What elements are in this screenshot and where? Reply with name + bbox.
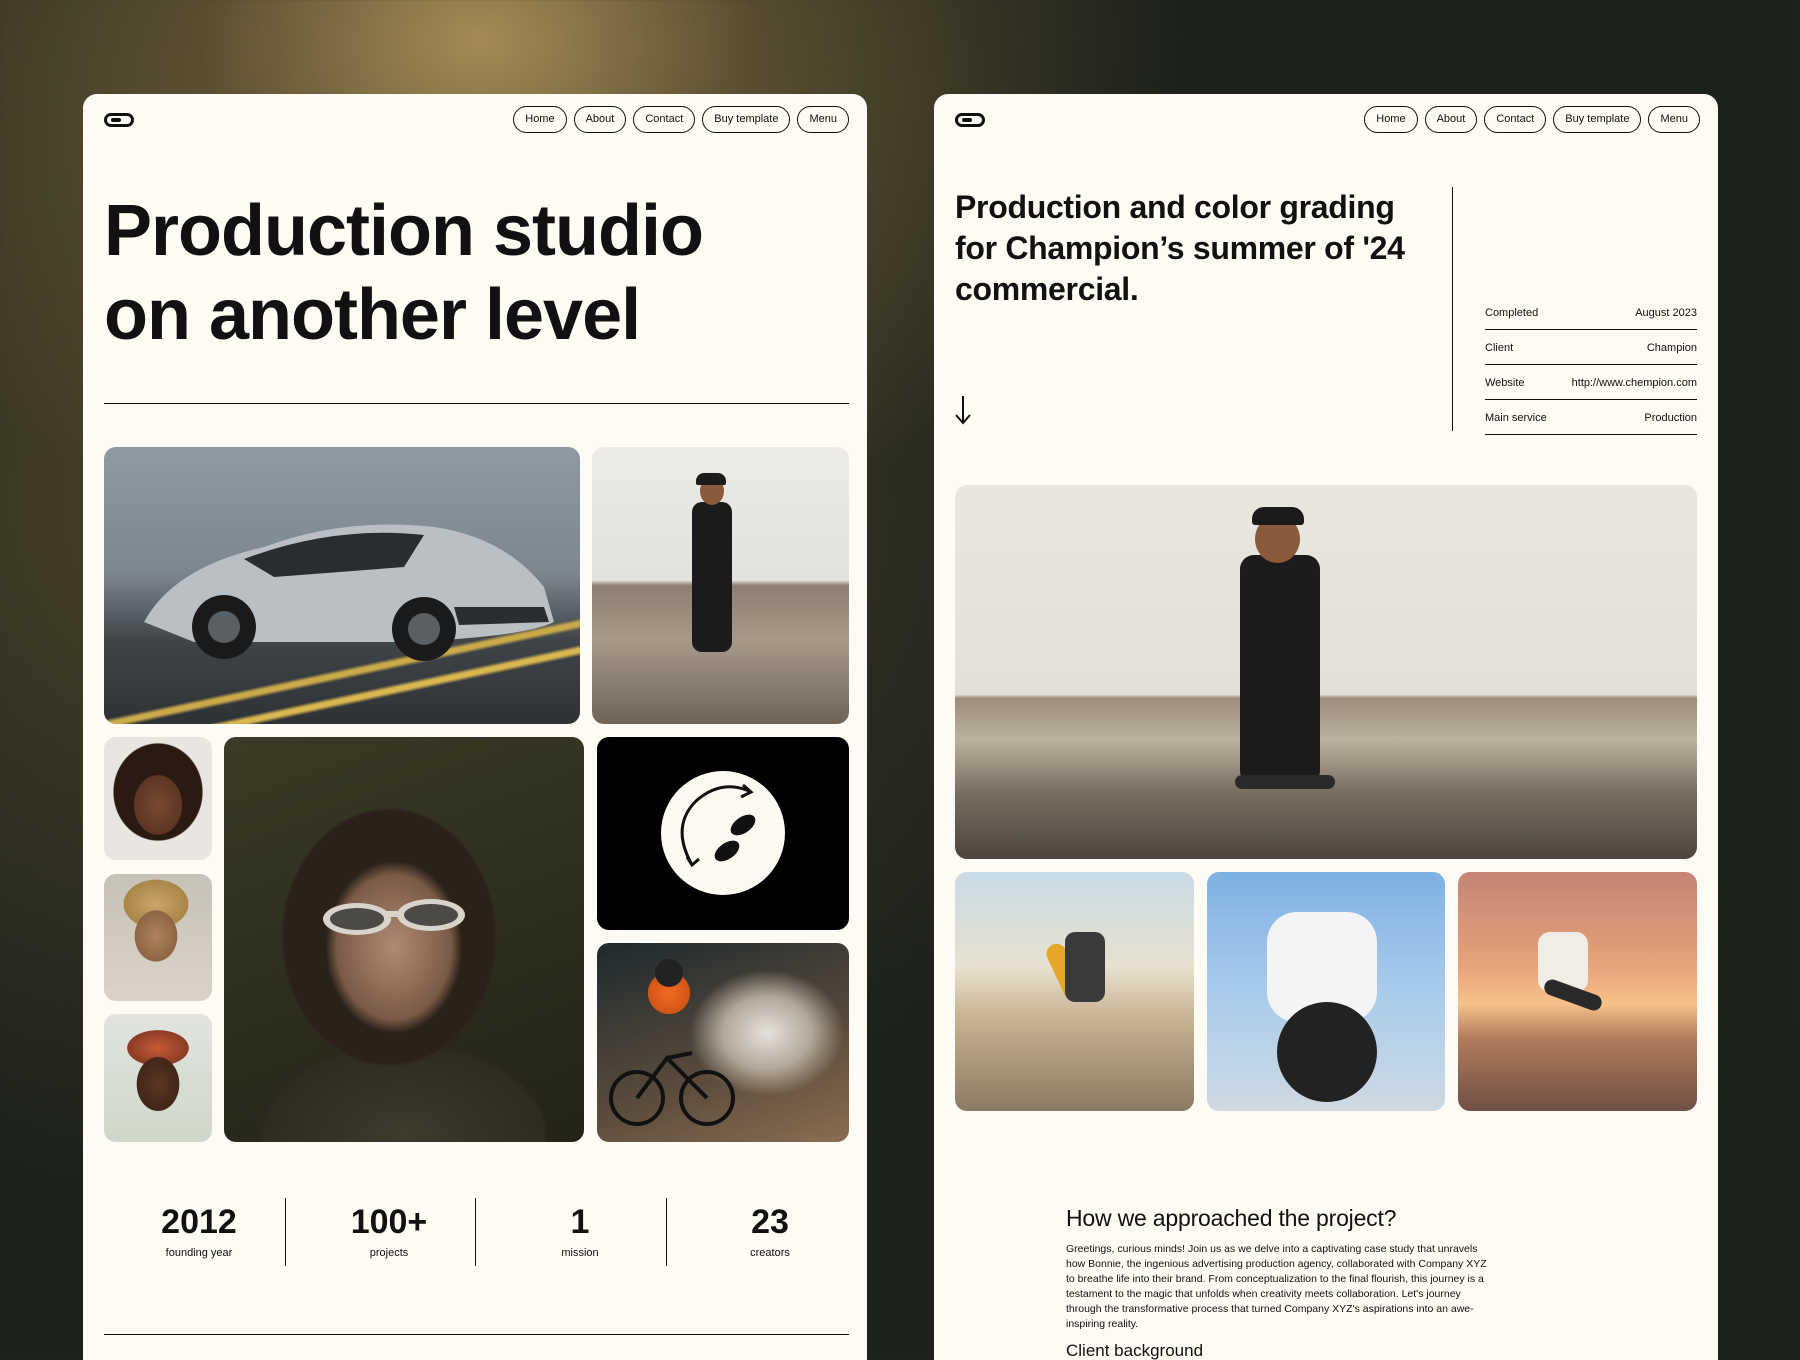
car-illustration xyxy=(144,524,554,661)
stat-value: 1 xyxy=(570,1203,590,1241)
top-nav: Home About Contact Buy template Menu xyxy=(955,104,1700,134)
stat-value: 23 xyxy=(751,1203,789,1241)
sports-car-photo[interactable] xyxy=(104,447,580,724)
project-title: Production and color grading for Champio… xyxy=(955,189,1405,307)
meta-label: Completed xyxy=(1485,307,1539,319)
meta-row-website: Website http://www.chempion.com xyxy=(1485,365,1697,400)
creator-portrait-3[interactable] xyxy=(104,1014,212,1142)
approach-heading: How we approached the project? xyxy=(1066,1205,1397,1231)
home-page-panel: Home About Contact Buy template Menu Pro… xyxy=(83,94,867,1360)
website-link[interactable]: http://www.chempion.com xyxy=(1572,377,1697,389)
meta-value: August 2023 xyxy=(1635,307,1697,319)
logo-icon[interactable] xyxy=(955,113,985,127)
bike-illustration xyxy=(609,959,735,1126)
stat-value: 2012 xyxy=(161,1203,237,1241)
stats-row: 2012 founding year 100+ projects 1 missi… xyxy=(104,1198,849,1272)
meta-label: Client xyxy=(1485,342,1514,354)
stat-creators: 23 creators xyxy=(675,1202,865,1259)
hero-title-line-1: Production studio xyxy=(104,191,704,271)
hero-title: Production studio on another level xyxy=(104,189,804,357)
stat-divider xyxy=(285,1198,286,1266)
stat-founding-year: 2012 founding year xyxy=(104,1202,294,1259)
smiley-icon xyxy=(661,771,785,895)
meta-label: Main service xyxy=(1485,412,1547,424)
meta-row-client: Client Champion xyxy=(1485,330,1697,365)
nav-links: Home About Contact Buy template Menu xyxy=(513,106,849,133)
meta-value: Production xyxy=(1644,412,1697,424)
woman-sunglasses-photo[interactable] xyxy=(224,737,584,1142)
nav-menu-button[interactable]: Menu xyxy=(797,106,849,133)
meta-label: Website xyxy=(1485,377,1525,389)
stat-divider xyxy=(475,1198,476,1266)
nav-about-button[interactable]: About xyxy=(1424,106,1478,133)
nav-home-button[interactable]: Home xyxy=(1364,106,1418,133)
skater-photo-thumbnail[interactable] xyxy=(592,447,849,724)
stat-divider xyxy=(666,1198,667,1266)
approach-paragraph: Greetings, curious minds! Join us as we … xyxy=(1066,1243,1487,1330)
stat-label: creators xyxy=(750,1247,790,1259)
footer-divider xyxy=(104,1334,849,1335)
stat-value: 100+ xyxy=(350,1203,428,1241)
meta-value: Champion xyxy=(1646,342,1697,354)
hero-title-line-2: on another level xyxy=(104,275,641,355)
stat-label: founding year xyxy=(165,1247,233,1259)
nav-buy-template-button[interactable]: Buy template xyxy=(1553,106,1642,133)
creator-portrait-2[interactable] xyxy=(104,874,212,1001)
project-page-panel: Home About Contact Buy template Menu Pro… xyxy=(934,94,1718,1360)
arrow-down-icon[interactable] xyxy=(954,394,972,426)
client-background-heading: Client background xyxy=(1066,1341,1204,1360)
skatepark-photo-1[interactable] xyxy=(955,872,1194,1111)
nav-home-button[interactable]: Home xyxy=(513,106,567,133)
stat-label: mission xyxy=(561,1247,599,1259)
meta-row-completed: Completed August 2023 xyxy=(1485,295,1697,330)
creator-portrait-1[interactable] xyxy=(104,737,212,860)
hero-divider xyxy=(104,403,849,404)
sunglasses-illustration xyxy=(323,899,465,935)
smiley-logo-tile[interactable] xyxy=(597,737,849,930)
mountain-bike-photo[interactable] xyxy=(597,943,849,1142)
skatepark-photo-3[interactable] xyxy=(1458,872,1697,1111)
skatepark-photo-2[interactable] xyxy=(1207,872,1445,1111)
stat-projects: 100+ projects xyxy=(294,1202,484,1259)
nav-about-button[interactable]: About xyxy=(573,106,627,133)
top-nav: Home About Contact Buy template Menu xyxy=(104,104,849,134)
stat-mission: 1 mission xyxy=(485,1202,675,1259)
nav-buy-template-button[interactable]: Buy template xyxy=(702,106,791,133)
meta-row-main-service: Main service Production xyxy=(1485,400,1697,435)
stat-label: projects xyxy=(369,1247,409,1259)
header-vertical-divider xyxy=(1452,187,1453,431)
nav-contact-button[interactable]: Contact xyxy=(633,106,696,133)
skater-hero-photo[interactable] xyxy=(955,485,1697,859)
logo-icon[interactable] xyxy=(104,113,134,127)
project-meta-list: Completed August 2023 Client Champion We… xyxy=(1485,295,1697,435)
nav-menu-button[interactable]: Menu xyxy=(1648,106,1700,133)
nav-contact-button[interactable]: Contact xyxy=(1484,106,1547,133)
nav-links: Home About Contact Buy template Menu xyxy=(1364,106,1700,133)
